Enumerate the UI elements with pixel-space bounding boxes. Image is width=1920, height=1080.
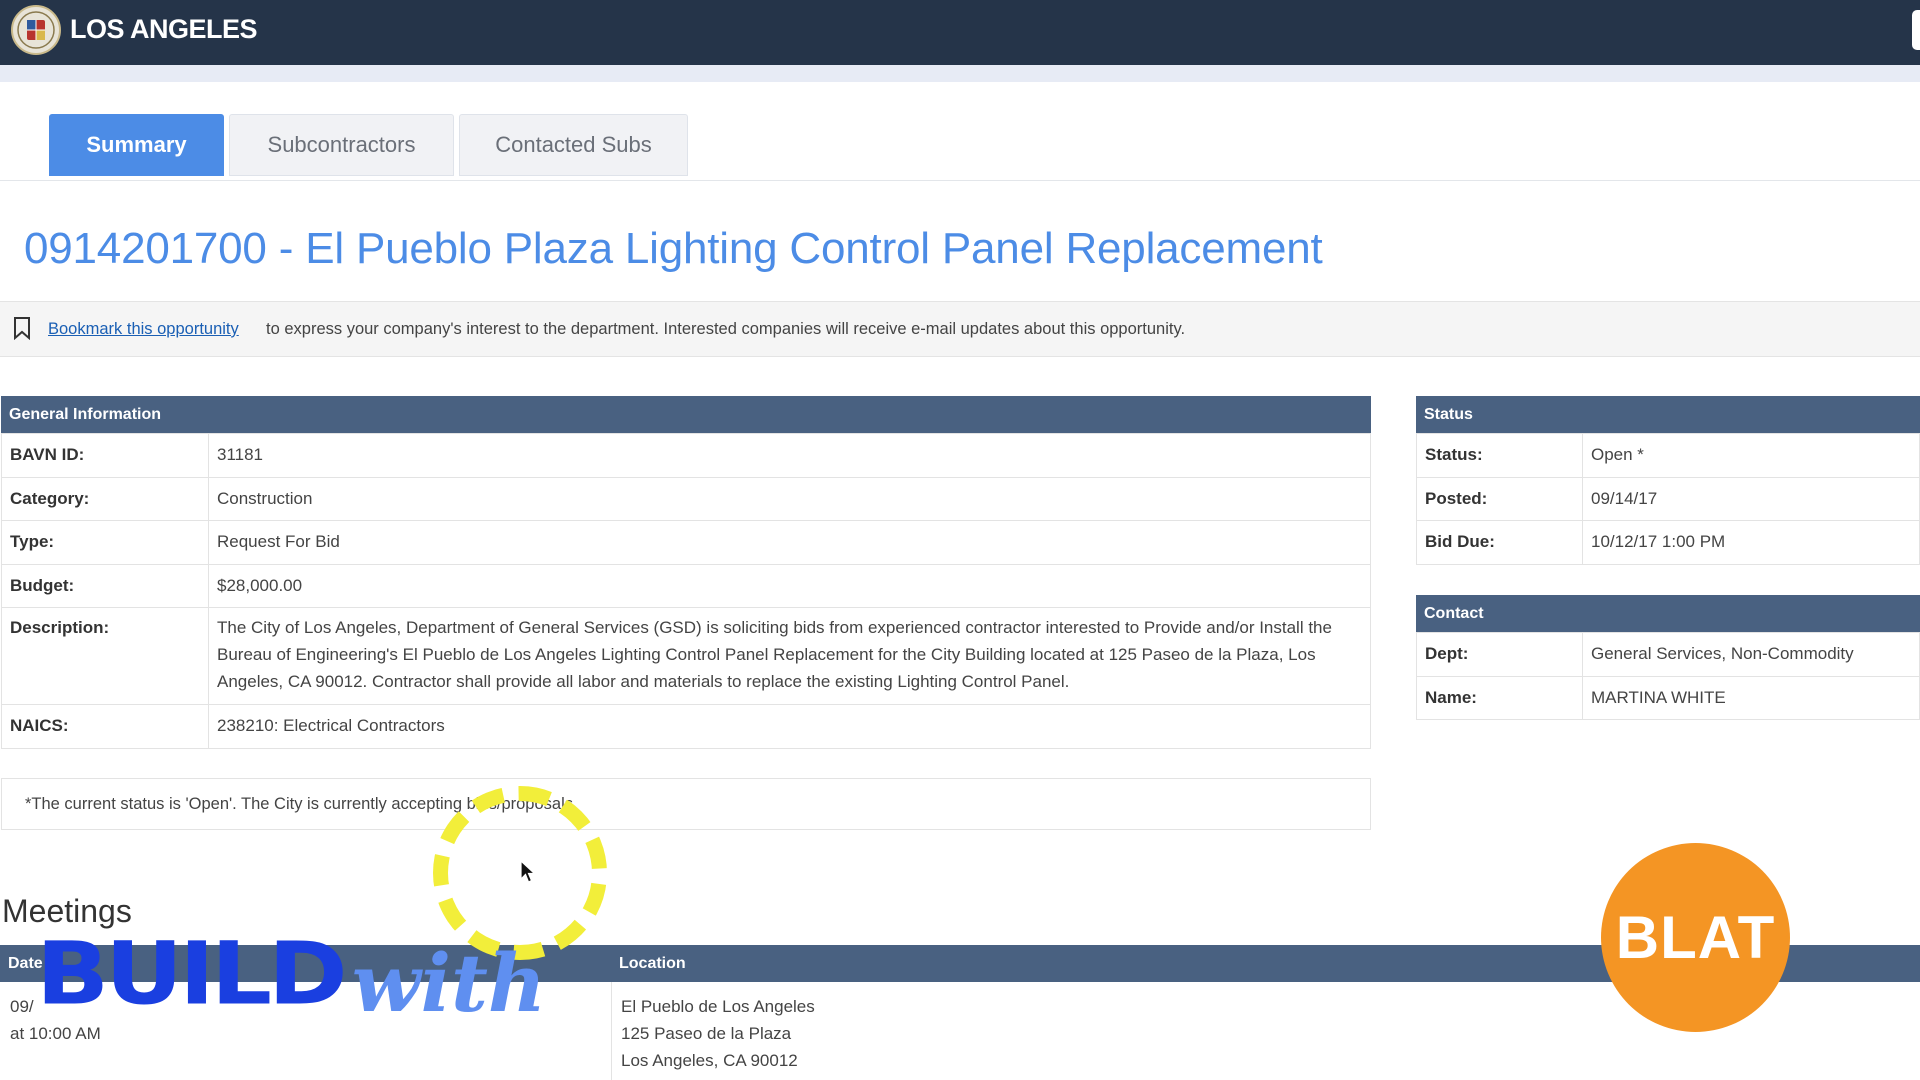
tabs-divider xyxy=(0,180,1920,181)
tab-contacted-subs[interactable]: Contacted Subs xyxy=(459,114,688,176)
table-row: Dept: General Services, Non-Commodity xyxy=(1416,632,1920,677)
budget-value: $28,000.00 xyxy=(208,563,1371,608)
build-logo-word: BUILD xyxy=(36,923,348,1025)
dept-label: Dept: xyxy=(1416,632,1583,677)
header-edge-button[interactable] xyxy=(1912,10,1920,50)
status-heading: Status xyxy=(1416,396,1920,433)
city-seal-icon[interactable] xyxy=(10,4,62,56)
tab-subcontractors[interactable]: Subcontractors xyxy=(229,114,454,176)
meetings-column-divider xyxy=(611,982,612,1080)
header-subbar xyxy=(0,65,1920,82)
table-row: Category: Construction xyxy=(1,476,1371,521)
status-label: Status: xyxy=(1416,433,1583,478)
meetings-location-header: Location xyxy=(619,955,686,972)
table-row: NAICS: 238210: Electrical Contractors xyxy=(1,704,1371,749)
general-info-heading: General Information xyxy=(1,396,1371,433)
bookmark-description: to express your company's interest to th… xyxy=(266,320,1186,338)
bavn-id-value: 31181 xyxy=(208,433,1371,478)
bookmark-bar: Bookmark this opportunity to express you… xyxy=(0,301,1920,357)
table-row: Status: Open * xyxy=(1416,433,1920,478)
meeting-location: El Pueblo de Los Angeles 125 Paseo de la… xyxy=(621,993,815,1074)
budget-label: Budget: xyxy=(1,563,209,608)
status-value: Open * xyxy=(1582,433,1920,478)
status-table: Status: Open * Posted: 09/14/17 Bid Due:… xyxy=(1416,433,1920,565)
table-row: Description: The City of Los Angeles, De… xyxy=(1,607,1371,705)
table-row: Bid Due: 10/12/17 1:00 PM xyxy=(1416,520,1920,565)
posted-label: Posted: xyxy=(1416,476,1583,521)
table-row: Type: Request For Bid xyxy=(1,520,1371,565)
description-label: Description: xyxy=(1,607,209,705)
naics-label: NAICS: xyxy=(1,704,209,749)
description-value: The City of Los Angeles, Department of G… xyxy=(208,607,1371,705)
mouse-cursor-icon xyxy=(520,860,536,883)
table-row: Budget: $28,000.00 xyxy=(1,563,1371,608)
meeting-location-line: 125 Paseo de la Plaza xyxy=(621,1024,792,1043)
table-row: Name: MARTINA WHITE xyxy=(1416,675,1920,720)
contact-name-value: MARTINA WHITE xyxy=(1582,675,1920,720)
posted-value: 09/14/17 xyxy=(1582,476,1920,521)
bookmark-icon[interactable] xyxy=(12,316,32,340)
general-info-table: BAVN ID: 31181 Category: Construction Ty… xyxy=(1,433,1371,749)
meeting-location-line: Los Angeles, CA 90012 xyxy=(621,1051,798,1070)
page-title: 0914201700 - El Pueblo Plaza Lighting Co… xyxy=(24,224,1323,273)
build-with-logo: BUILD with xyxy=(36,918,546,1030)
table-row: Posted: 09/14/17 xyxy=(1416,476,1920,521)
bookmark-opportunity-link[interactable]: Bookmark this opportunity xyxy=(48,320,239,339)
city-name[interactable]: LOS ANGELES xyxy=(70,14,258,45)
bid-due-label: Bid Due: xyxy=(1416,520,1583,565)
type-value: Request For Bid xyxy=(208,520,1371,565)
meeting-location-line: El Pueblo de Los Angeles xyxy=(621,997,815,1016)
contact-table: Dept: General Services, Non-Commodity Na… xyxy=(1416,632,1920,720)
table-row: BAVN ID: 31181 xyxy=(1,433,1371,478)
bid-due-value: 10/12/17 1:00 PM xyxy=(1582,520,1920,565)
tab-summary[interactable]: Summary xyxy=(49,114,224,176)
with-logo-word: with xyxy=(351,936,547,1030)
contact-heading: Contact xyxy=(1416,595,1920,632)
category-label: Category: xyxy=(1,476,209,521)
category-value: Construction xyxy=(208,476,1371,521)
naics-value: 238210: Electrical Contractors xyxy=(208,704,1371,749)
bavn-id-label: BAVN ID: xyxy=(1,433,209,478)
status-note: *The current status is 'Open'. The City … xyxy=(1,778,1371,830)
dept-value: General Services, Non-Commodity xyxy=(1582,632,1920,677)
blat-badge: BLAT xyxy=(1601,843,1790,1032)
contact-name-label: Name: xyxy=(1416,675,1583,720)
top-header: LOS ANGELES xyxy=(0,0,1920,65)
type-label: Type: xyxy=(1,520,209,565)
